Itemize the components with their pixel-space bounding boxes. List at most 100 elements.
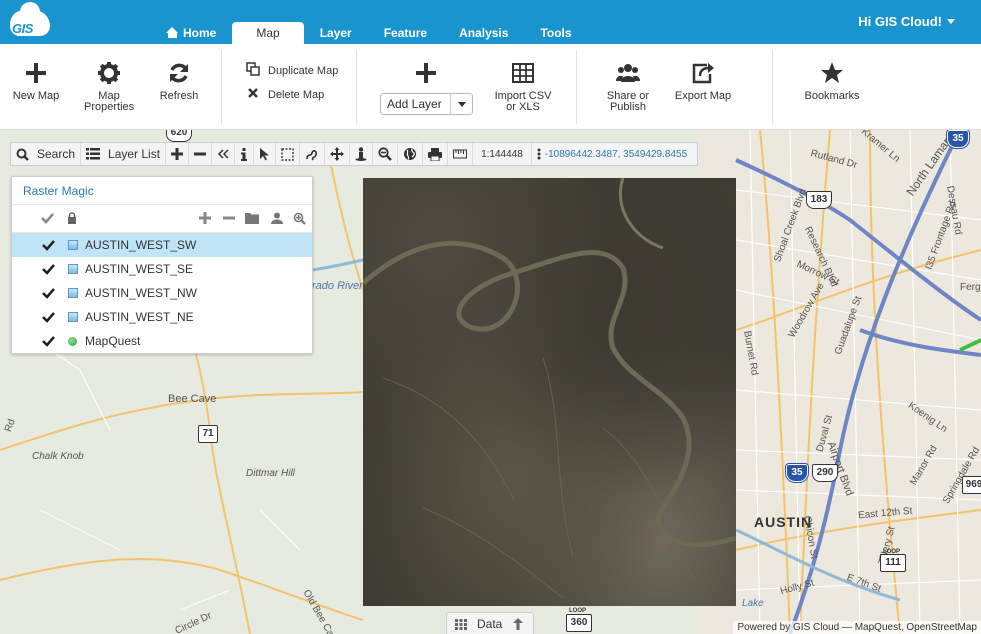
delete-map-button[interactable]: Delete Map <box>246 86 324 101</box>
import-csv-button[interactable]: Import CSV or XLS <box>490 61 556 113</box>
loop-label: LOOP <box>569 608 587 614</box>
map-coordinates: -10896442.3487, 3549429.8455 <box>544 148 688 160</box>
double-chevron-left-icon <box>218 149 229 159</box>
layer-visible-check-icon[interactable] <box>42 263 55 275</box>
print-button[interactable] <box>423 143 449 165</box>
remove-layer-icon[interactable] <box>223 212 235 224</box>
loop-360-shield: LOOP 360 <box>566 608 592 632</box>
search-button[interactable]: Search <box>11 143 82 165</box>
identify-button[interactable] <box>235 143 255 165</box>
info-icon <box>241 147 248 161</box>
user-icon[interactable] <box>271 212 283 224</box>
ribbon-divider <box>221 50 222 124</box>
map-properties-label: Map Properties <box>84 90 135 113</box>
box-select-button[interactable] <box>276 143 301 165</box>
zoom-tool-button[interactable] <box>373 143 399 165</box>
bookmarks-button[interactable]: Bookmarks <box>798 61 866 102</box>
map-label-ferguson: Fergu <box>960 282 981 293</box>
zoom-to-layer-icon[interactable] <box>293 212 306 225</box>
add-layer-plus-icon[interactable] <box>414 61 438 85</box>
pointer-icon <box>260 148 270 161</box>
layer-row-austin-west-sw[interactable]: AUSTIN_WEST_SW <box>12 233 312 257</box>
chevron-down-icon <box>450 94 472 114</box>
search-label: Search <box>37 147 76 161</box>
tab-analysis[interactable]: Analysis <box>443 22 524 44</box>
gis-cloud-logo[interactable]: GIS <box>8 2 54 40</box>
export-map-button[interactable]: Export Map <box>672 61 734 102</box>
zoom-out-button[interactable] <box>189 143 213 165</box>
layer-row-austin-west-se[interactable]: AUSTIN_WEST_SE <box>12 257 312 281</box>
new-map-label: New Map <box>12 90 60 102</box>
raster-layer-icon <box>68 312 78 322</box>
duplicate-map-label: Duplicate Map <box>268 65 339 77</box>
map-toolbar: Search Layer List 1:144448 -10896442.348… <box>10 142 699 166</box>
aerial-raster-image <box>361 177 737 606</box>
top-nav-bar: GIS Home Map Layer Feature Analysis Tool… <box>0 0 981 44</box>
raster-layer-icon <box>68 240 78 250</box>
map-canvas[interactable]: rado River Bee Cave Chalk Knob Dittmar H… <box>0 130 981 634</box>
layer-name: AUSTIN_WEST_NE <box>85 310 194 324</box>
layer-name: AUSTIN_WEST_SW <box>85 238 197 252</box>
pan-button[interactable] <box>325 143 351 165</box>
data-panel-tab[interactable]: Data <box>446 612 534 634</box>
tab-tools[interactable]: Tools <box>524 22 587 44</box>
tab-map[interactable]: Map <box>232 22 304 44</box>
check-all-icon[interactable] <box>41 212 54 224</box>
zoom-out-magnifier-icon <box>378 147 392 161</box>
measure-button[interactable] <box>448 143 474 165</box>
full-extent-button[interactable] <box>398 143 424 165</box>
marquee-icon <box>281 147 294 161</box>
layer-row-mapquest[interactable]: MapQuest <box>12 329 312 353</box>
minus-icon <box>194 152 207 156</box>
duplicate-map-button[interactable]: Duplicate Map <box>246 62 338 77</box>
layer-visible-check-icon[interactable] <box>42 287 55 299</box>
tab-analysis-label: Analysis <box>459 26 509 40</box>
arrow-up-icon <box>513 618 523 630</box>
layer-visible-check-icon[interactable] <box>42 239 55 251</box>
route-620-shield: 620 <box>166 130 192 142</box>
draw-icon <box>306 150 318 161</box>
collapse-toolbar-button[interactable] <box>212 143 236 165</box>
share-publish-button[interactable]: Share or Publish <box>600 61 656 113</box>
folder-icon[interactable] <box>245 212 259 224</box>
user-menu[interactable]: Hi GIS Cloud! <box>858 14 955 29</box>
layer-list-button[interactable]: Layer List <box>81 143 167 165</box>
tab-feature[interactable]: Feature <box>368 22 443 44</box>
draw-button[interactable] <box>300 143 326 165</box>
map-scale: 1:144448 <box>473 143 532 165</box>
logo-text: GIS <box>12 21 33 36</box>
layer-visible-check-icon[interactable] <box>42 311 55 323</box>
add-layer-icon[interactable] <box>199 212 211 224</box>
map-label-austin: AUSTIN <box>754 514 813 530</box>
sh-71-shield: 71 <box>198 425 218 443</box>
raster-layer-icon <box>68 264 78 274</box>
layer-row-austin-west-nw[interactable]: AUSTIN_WEST_NW <box>12 281 312 305</box>
delete-map-label: Delete Map <box>268 89 325 101</box>
us-290-shield: 290 <box>812 464 838 482</box>
loop-label: LOOP <box>883 549 901 555</box>
ribbon-divider <box>772 50 773 124</box>
layer-panel: Raster Magic AUSTIN_WEST_SW AUSTIN_WEST_… <box>11 176 313 354</box>
tab-home[interactable]: Home <box>150 22 232 44</box>
basemap-globe-icon <box>68 337 77 346</box>
table-icon <box>512 63 534 83</box>
street-view-button[interactable] <box>350 143 374 165</box>
map-title[interactable]: Raster Magic <box>12 177 312 205</box>
tab-layer[interactable]: Layer <box>304 22 368 44</box>
lock-icon[interactable] <box>67 212 77 224</box>
new-map-button[interactable]: New Map <box>8 61 64 102</box>
interstate-35-shield: 35 <box>947 130 969 148</box>
add-layer-dropdown[interactable]: Add Layer <box>380 93 473 115</box>
layer-row-austin-west-ne[interactable]: AUSTIN_WEST_NE <box>12 305 312 329</box>
select-button[interactable] <box>254 143 277 165</box>
tab-map-label: Map <box>256 26 280 40</box>
layer-panel-tools <box>12 205 312 233</box>
refresh-button[interactable]: Refresh <box>154 61 204 102</box>
plus-icon <box>26 63 46 83</box>
bookmarks-label: Bookmarks <box>804 90 860 102</box>
map-properties-button[interactable]: Map Properties <box>80 61 138 113</box>
ribbon-toolbar: New Map Map Properties Refresh Duplicate… <box>0 44 981 130</box>
zoom-in-button[interactable] <box>166 143 190 165</box>
coordinates-display: -10896442.3487, 3549429.8455 <box>532 143 697 165</box>
layer-visible-check-icon[interactable] <box>42 335 55 347</box>
